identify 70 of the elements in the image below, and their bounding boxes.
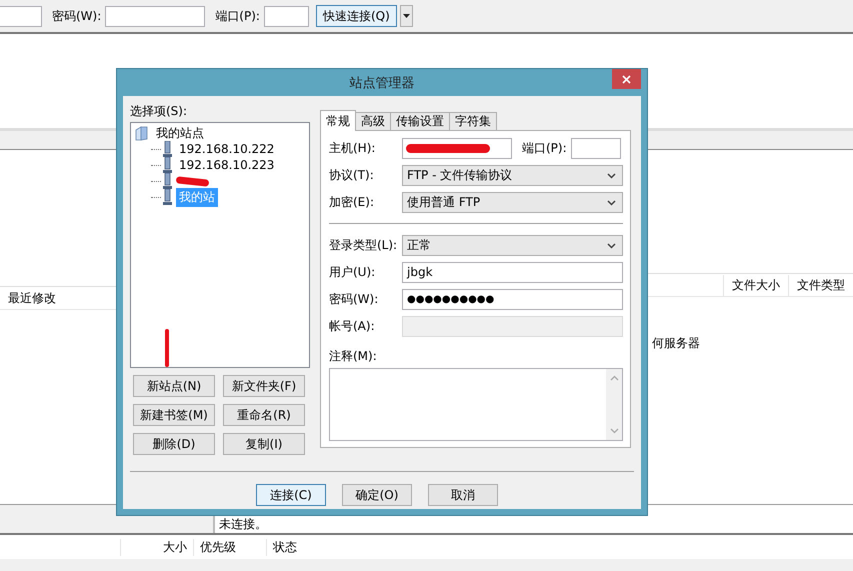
server-icon xyxy=(163,189,172,205)
input-field[interactable]: ●●●●●●●●●● xyxy=(402,289,623,310)
field-label: 登录类型(L): xyxy=(329,237,398,254)
tree-line xyxy=(151,196,161,198)
dialog-button[interactable]: 新建书签(M) xyxy=(133,404,215,426)
input-field[interactable] xyxy=(105,6,206,26)
column-header[interactable]: 文件大小 xyxy=(723,274,788,296)
field-label: 密码(W): xyxy=(329,291,380,308)
window-title: 站点管理器 xyxy=(350,74,414,92)
dialog-button[interactable]: 确定(O) xyxy=(342,484,412,506)
tree-label: 选择项(S): xyxy=(130,104,188,118)
close-icon xyxy=(622,74,631,84)
dropdown[interactable]: FTP - 文件传输协议 xyxy=(402,165,623,186)
dropdown-button[interactable] xyxy=(400,5,413,27)
dialog-button[interactable]: 重命名(R) xyxy=(223,404,305,426)
field-label: 帐号(A): xyxy=(329,318,376,335)
column-header[interactable]: 大小 xyxy=(120,538,193,556)
chevron-down-icon[interactable] xyxy=(610,428,618,434)
tab[interactable]: 常规 xyxy=(320,110,356,131)
dialog-button[interactable]: 取消 xyxy=(428,484,498,506)
status-message: 何服务器 xyxy=(652,336,700,350)
tree-item[interactable]: 192.168.10.222 xyxy=(176,141,278,157)
field-label: 协议(T): xyxy=(329,167,375,184)
input-field[interactable] xyxy=(0,6,42,26)
column-header[interactable]: 文件类型 xyxy=(788,274,853,296)
server-icon xyxy=(163,141,172,157)
field-label: 密码(W): xyxy=(52,8,102,24)
comment-field[interactable] xyxy=(329,368,623,441)
input-field[interactable] xyxy=(402,138,512,159)
folder-icon xyxy=(135,126,149,140)
caret-icon xyxy=(402,14,410,18)
tab[interactable]: 高级 xyxy=(355,112,391,130)
input-field[interactable]: jbgk xyxy=(402,262,623,283)
chevron-up-icon[interactable] xyxy=(610,375,618,381)
input-field[interactable] xyxy=(264,6,309,26)
redaction-mark xyxy=(165,329,169,367)
redaction-mark xyxy=(176,176,210,186)
field-label: 用户(U): xyxy=(329,264,376,281)
field-label: 主机(H): xyxy=(329,140,376,157)
dropdown[interactable]: 使用普通 FTP xyxy=(402,192,623,213)
dialog-button[interactable]: 复制(I) xyxy=(223,433,305,455)
tree-item[interactable]: 我的站点 xyxy=(153,124,207,142)
chevron-icon xyxy=(607,172,616,178)
field-label: 端口(P): xyxy=(215,8,260,24)
status-text: 未连接。 xyxy=(219,517,267,531)
tree-line xyxy=(151,148,161,150)
field-label: 加密(E): xyxy=(329,194,375,211)
dialog-button[interactable]: 连接(C) xyxy=(256,484,326,506)
field-label: 注释(M): xyxy=(329,348,378,363)
dropdown[interactable]: 正常 xyxy=(402,235,623,256)
tab[interactable]: 字符集 xyxy=(449,112,497,130)
tree-line xyxy=(151,180,161,182)
tab[interactable]: 传输设置 xyxy=(390,112,450,130)
dialog-button[interactable]: 新站点(N) xyxy=(133,375,215,397)
chevron-icon xyxy=(607,200,616,206)
quickconnect-button[interactable]: 快速连接(Q) xyxy=(316,5,397,27)
tree-line xyxy=(151,164,161,166)
field-label: 端口(P): xyxy=(522,140,567,157)
scrollbar[interactable] xyxy=(606,369,622,440)
server-icon xyxy=(163,173,172,189)
column-header[interactable]: 优先级 xyxy=(193,538,266,556)
server-icon xyxy=(163,157,172,173)
input-field[interactable] xyxy=(570,138,621,159)
dialog-button[interactable]: 新文件夹(F) xyxy=(223,375,305,397)
column-header[interactable]: 最近修改 xyxy=(0,290,64,306)
chevron-icon xyxy=(607,242,616,248)
column-header[interactable]: 状态 xyxy=(266,538,359,556)
dialog-button[interactable]: 删除(D) xyxy=(133,433,215,455)
tree-item[interactable]: 192.168.10.223 xyxy=(176,157,278,173)
close-button[interactable] xyxy=(612,69,641,89)
